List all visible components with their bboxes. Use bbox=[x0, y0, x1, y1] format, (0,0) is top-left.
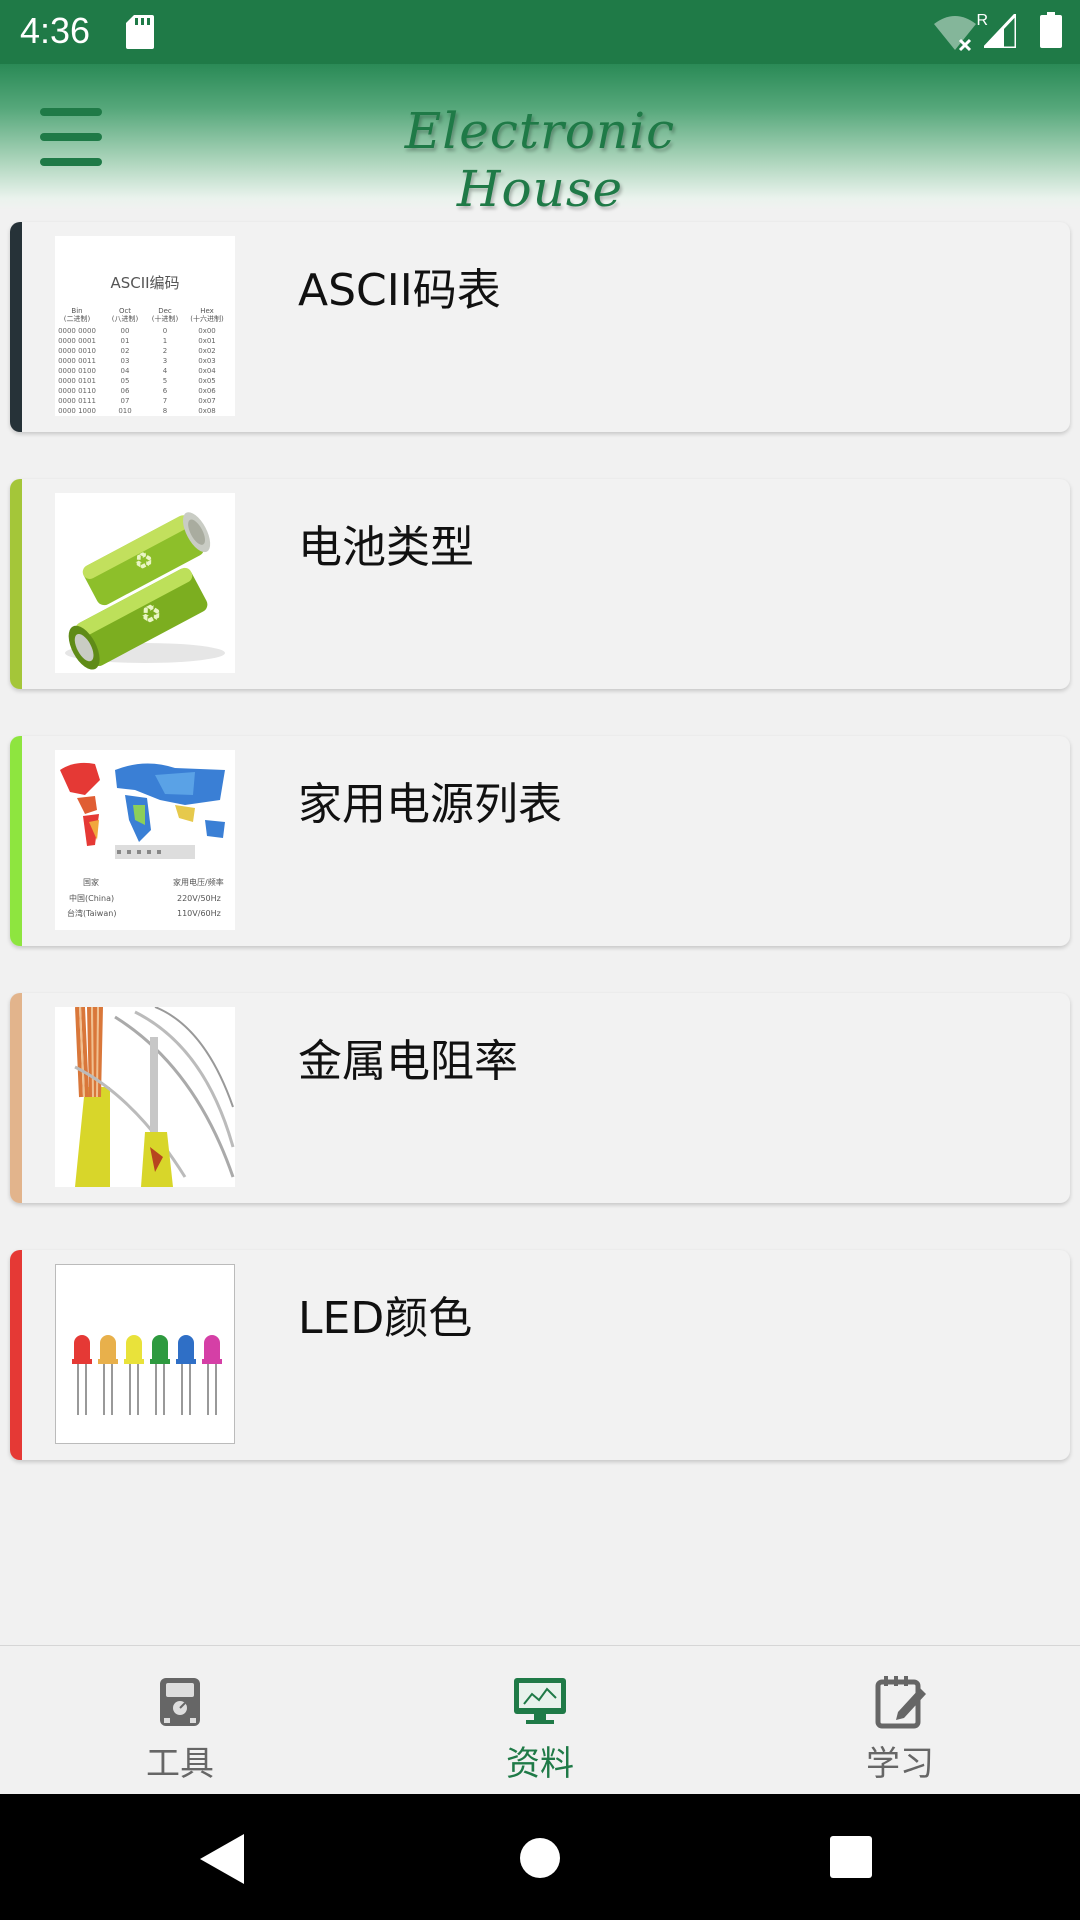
world-map-thumbnail: 国家 家用电压/频率 中国(China) 220V/50Hz 台湾(Taiwan… bbox=[55, 750, 235, 930]
ascii-thumb-heading: ASCII编码 bbox=[110, 274, 179, 292]
list-item-battery[interactable]: ♻ ♻ 电池类型 bbox=[10, 479, 1070, 689]
nav-label-materials: 资料 bbox=[506, 1744, 574, 1784]
list-item-title: 家用电源列表 bbox=[298, 779, 562, 830]
nav-label-tools: 工具 bbox=[146, 1744, 214, 1784]
svg-text:6: 6 bbox=[163, 387, 168, 395]
back-icon[interactable] bbox=[200, 1834, 248, 1884]
svg-text:05: 05 bbox=[121, 377, 130, 385]
svg-text:8: 8 bbox=[163, 407, 167, 415]
monitor-icon bbox=[514, 1678, 566, 1724]
card-color-stripe bbox=[10, 222, 22, 432]
svg-text:Bin: Bin bbox=[71, 307, 82, 315]
list-item-household-power[interactable]: 国家 家用电压/频率 中国(China) 220V/50Hz 台湾(Taiwan… bbox=[10, 736, 1070, 946]
led-thumbnail bbox=[55, 1264, 235, 1444]
status-time: 4:36 bbox=[20, 10, 91, 51]
svg-text:中国(China): 中国(China) bbox=[69, 893, 114, 903]
svg-text:台湾(Taiwan): 台湾(Taiwan) bbox=[67, 908, 116, 918]
nav-tab-learning[interactable]: 学习 bbox=[720, 1646, 1080, 1795]
svg-text:02: 02 bbox=[121, 347, 130, 355]
battery-thumbnail: ♻ ♻ bbox=[55, 493, 235, 673]
svg-text:Dec: Dec bbox=[158, 307, 172, 315]
svg-text:4: 4 bbox=[163, 367, 168, 375]
svg-text:7: 7 bbox=[163, 397, 167, 405]
svg-text:0x00: 0x00 bbox=[198, 327, 216, 335]
svg-text:0000 0010: 0000 0010 bbox=[58, 347, 96, 355]
nav-label-learning: 学习 bbox=[866, 1744, 934, 1784]
svg-text:07: 07 bbox=[121, 397, 130, 405]
list-item-title: ASCII码表 bbox=[298, 265, 501, 316]
home-icon[interactable] bbox=[520, 1838, 560, 1878]
system-navigation-bar bbox=[0, 1794, 1080, 1920]
app-bar: Electronic House bbox=[0, 64, 1080, 218]
list-item-title: 金属电阻率 bbox=[298, 1036, 518, 1087]
card-color-stripe bbox=[10, 736, 22, 946]
svg-text:0: 0 bbox=[163, 327, 167, 335]
svg-text:06: 06 bbox=[121, 387, 130, 395]
svg-text:(十进制): (十进制) bbox=[152, 314, 179, 323]
sd-card-icon bbox=[126, 15, 154, 49]
recents-icon[interactable] bbox=[830, 1836, 872, 1878]
svg-text:家用电压/频率: 家用电压/频率 bbox=[173, 877, 224, 887]
list-item-title: LED颜色 bbox=[298, 1293, 473, 1344]
svg-text:0000 0100: 0000 0100 bbox=[58, 367, 96, 375]
svg-text:国家: 国家 bbox=[83, 877, 99, 887]
svg-text:(八进制): (八进制) bbox=[112, 314, 139, 323]
hamburger-menu-icon[interactable] bbox=[40, 108, 102, 166]
svg-text:0000 0110: 0000 0110 bbox=[58, 387, 96, 395]
svg-text:04: 04 bbox=[121, 367, 130, 375]
svg-text:2: 2 bbox=[163, 347, 167, 355]
wifi-off-icon bbox=[934, 16, 976, 52]
svg-text:0000 1000: 0000 1000 bbox=[58, 407, 96, 415]
svg-text:(十六进制): (十六进制) bbox=[190, 314, 224, 323]
svg-text:01: 01 bbox=[121, 337, 130, 345]
list-item-metal-resistivity[interactable]: 金属电阻率 bbox=[10, 993, 1070, 1203]
svg-text:0000 0001: 0000 0001 bbox=[58, 337, 96, 345]
svg-text:0x08: 0x08 bbox=[198, 407, 216, 415]
ascii-table-thumbnail: ASCII编码 Bin Oct Dec Hex (二进制) (八进制) (十进制… bbox=[55, 236, 235, 416]
list-item-title: 电池类型 bbox=[298, 522, 474, 573]
svg-text:0000 0111: 0000 0111 bbox=[58, 397, 96, 405]
card-color-stripe bbox=[10, 479, 22, 689]
svg-text:5: 5 bbox=[163, 377, 167, 385]
notepad-edit-icon bbox=[875, 1676, 926, 1729]
status-icons: R bbox=[922, 12, 1062, 52]
svg-text:220V/50Hz: 220V/50Hz bbox=[177, 894, 221, 903]
svg-text:03: 03 bbox=[121, 357, 130, 365]
svg-text:0000 0011: 0000 0011 bbox=[58, 357, 96, 365]
svg-text:3: 3 bbox=[163, 357, 167, 365]
svg-text:0x05: 0x05 bbox=[198, 377, 216, 385]
multimeter-icon bbox=[160, 1678, 200, 1726]
list-item-ascii[interactable]: ASCII编码 Bin Oct Dec Hex (二进制) (八进制) (十进制… bbox=[10, 222, 1070, 432]
svg-text:0000 0000: 0000 0000 bbox=[58, 327, 96, 335]
nav-tab-tools[interactable]: 工具 bbox=[0, 1646, 360, 1795]
bottom-navigation: 工具 资料 学习 bbox=[0, 1645, 1080, 1794]
list-item-led-colors[interactable]: LED颜色 bbox=[10, 1250, 1070, 1460]
svg-text:Hex: Hex bbox=[200, 307, 214, 315]
app-title: Electronic House bbox=[404, 102, 676, 218]
svg-text:0x02: 0x02 bbox=[198, 347, 216, 355]
svg-text:110V/60Hz: 110V/60Hz bbox=[177, 909, 221, 918]
svg-text:0x04: 0x04 bbox=[198, 367, 216, 375]
svg-text:1: 1 bbox=[163, 337, 167, 345]
svg-text:00: 00 bbox=[121, 327, 130, 335]
metal-wire-thumbnail bbox=[55, 1007, 235, 1187]
card-color-stripe bbox=[10, 993, 22, 1203]
signal-icon bbox=[984, 14, 1016, 48]
svg-text:Oct: Oct bbox=[119, 307, 131, 315]
svg-text:0x03: 0x03 bbox=[198, 357, 216, 365]
battery-icon bbox=[1040, 12, 1062, 48]
svg-text:0x07: 0x07 bbox=[198, 397, 216, 405]
status-bar: 4:36 R bbox=[0, 0, 1080, 64]
svg-text:0x06: 0x06 bbox=[198, 387, 216, 395]
svg-text:(二进制): (二进制) bbox=[64, 314, 91, 323]
svg-text:0x01: 0x01 bbox=[198, 337, 216, 345]
svg-text:010: 010 bbox=[118, 407, 131, 415]
svg-text:0000 0101: 0000 0101 bbox=[58, 377, 96, 385]
card-color-stripe bbox=[10, 1250, 22, 1460]
nav-tab-materials[interactable]: 资料 bbox=[360, 1646, 720, 1795]
data-list: ASCII编码 Bin Oct Dec Hex (二进制) (八进制) (十进制… bbox=[10, 222, 1070, 1507]
